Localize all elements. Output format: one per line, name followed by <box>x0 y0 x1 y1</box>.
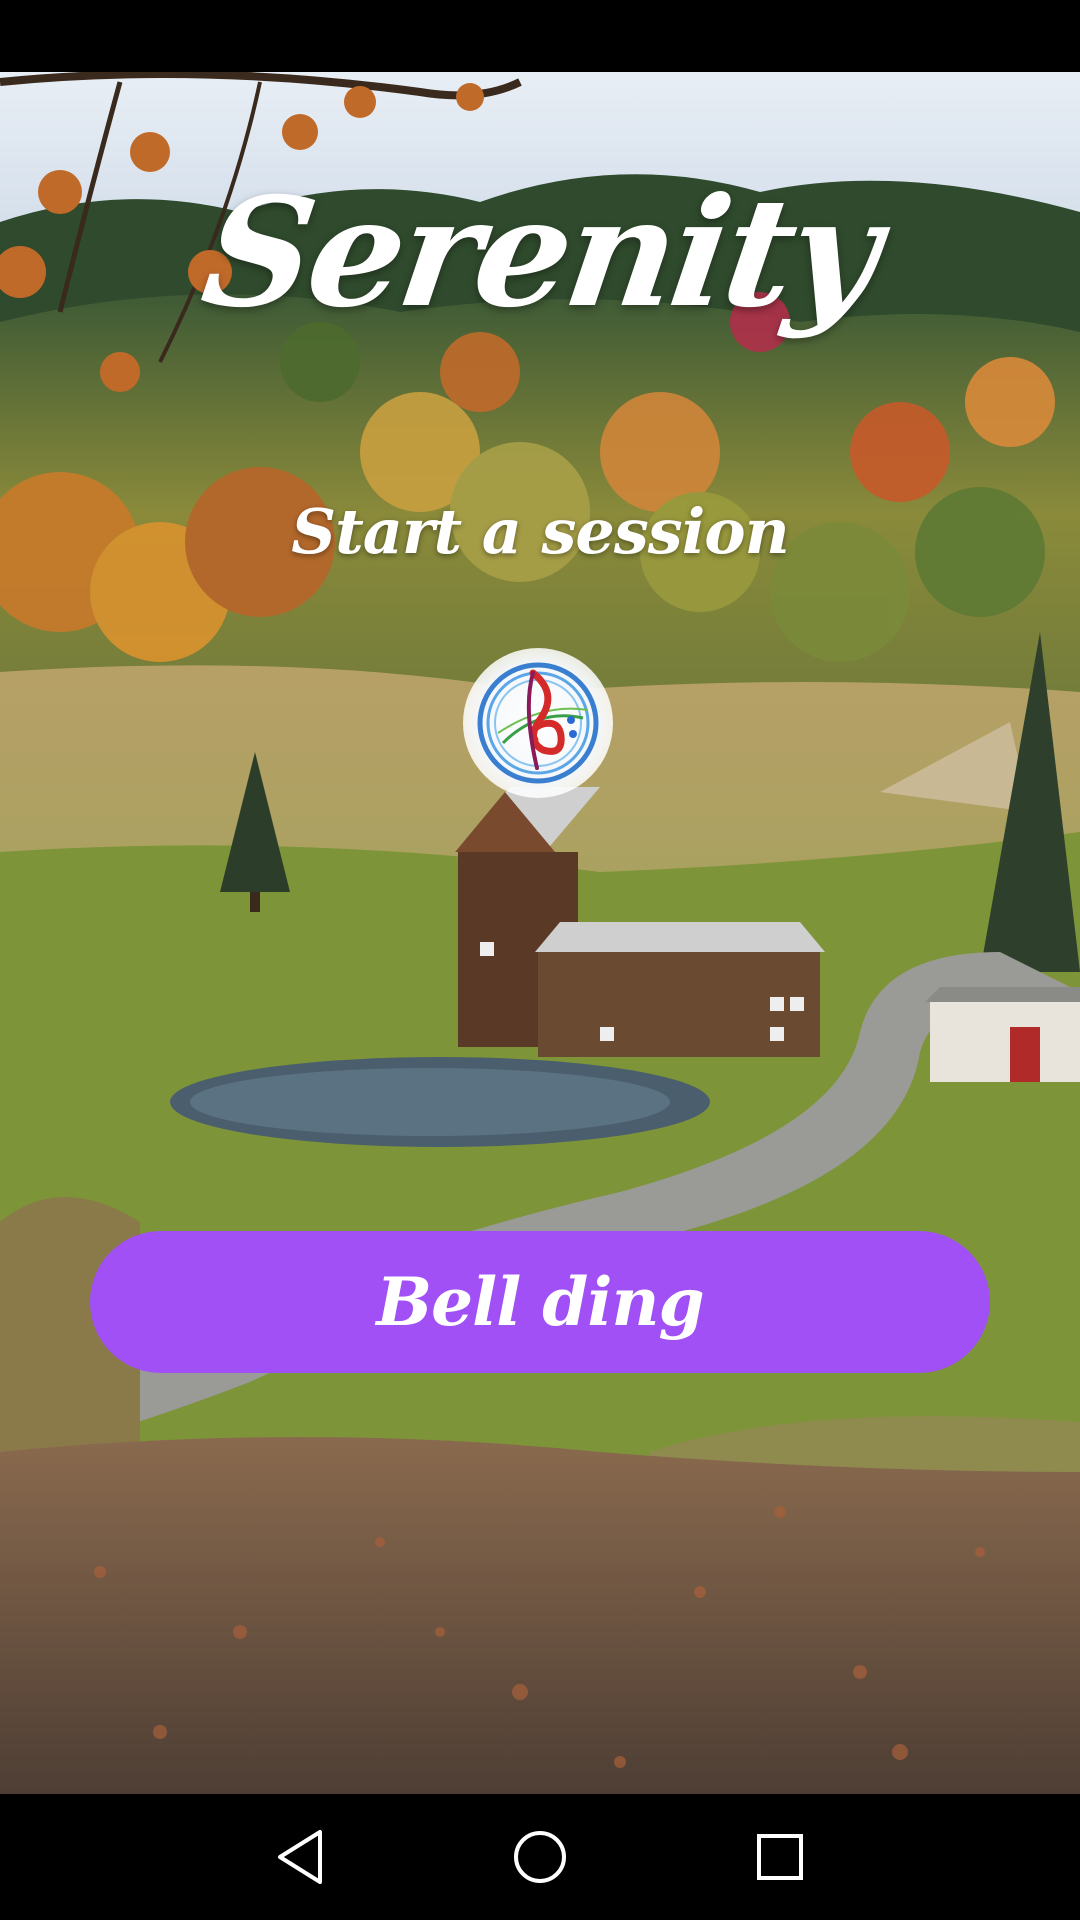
back-triangle-icon[interactable] <box>265 1822 335 1892</box>
app-title: Serenity <box>193 165 887 341</box>
recents-square-icon[interactable] <box>745 1822 815 1892</box>
start-session-label: Start a session <box>291 495 789 568</box>
bell-ding-button[interactable]: Bell ding <box>90 1231 990 1373</box>
status-bar <box>0 0 1080 72</box>
music-logo-button[interactable] <box>463 648 613 798</box>
music-clef-icon <box>477 662 599 784</box>
navigation-bar <box>0 1794 1080 1920</box>
home-circle-icon[interactable] <box>505 1822 575 1892</box>
app-screen: Serenity Start a session Bell ding <box>0 0 1080 1920</box>
